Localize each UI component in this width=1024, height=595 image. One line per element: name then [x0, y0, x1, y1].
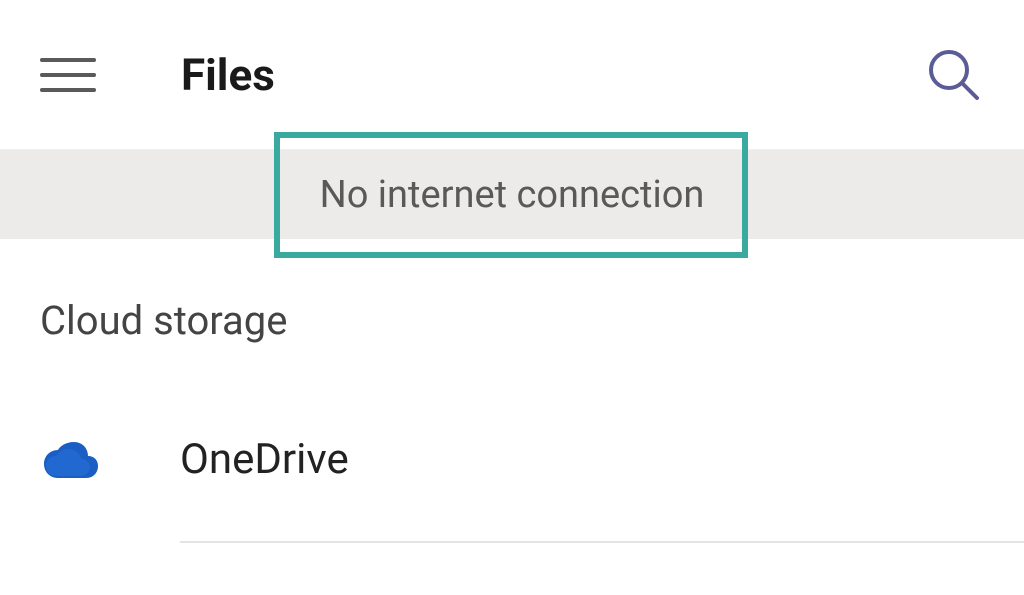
banner-message: No internet connection [320, 173, 705, 217]
page-title: Files [181, 49, 275, 101]
list-item[interactable]: OneDrive [0, 419, 1024, 499]
divider [180, 541, 1024, 543]
app-header: Files [0, 0, 1024, 150]
menu-icon[interactable] [40, 47, 96, 103]
connection-banner: No internet connection [0, 150, 1024, 239]
section-heading-cloud-storage: Cloud storage [0, 239, 1024, 344]
search-icon[interactable] [924, 45, 984, 105]
storage-label: OneDrive [180, 435, 349, 484]
onedrive-icon [40, 429, 100, 489]
